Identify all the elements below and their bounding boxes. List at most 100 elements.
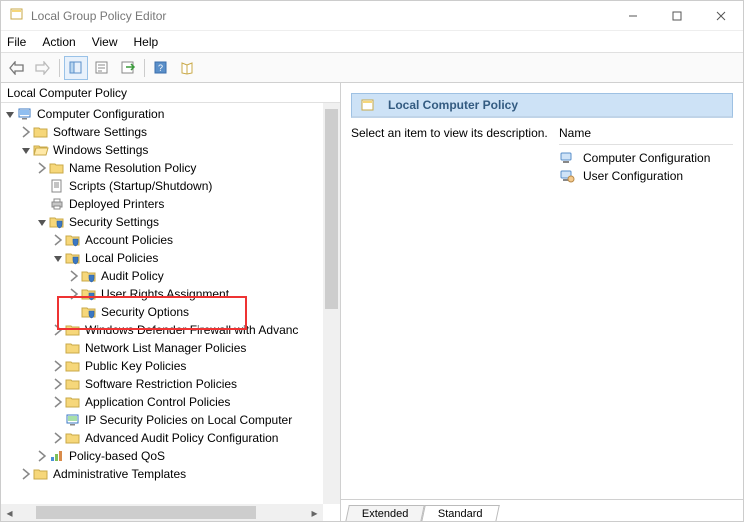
tree-label: Security Options xyxy=(101,305,189,319)
tree-node-name-resolution[interactable]: Name Resolution Policy xyxy=(1,159,340,177)
twisty-closed-icon[interactable] xyxy=(19,467,33,481)
twisty-open-icon[interactable] xyxy=(19,143,33,157)
tree-header[interactable]: Local Computer Policy xyxy=(1,83,340,103)
properties-button[interactable] xyxy=(90,56,114,80)
list-item[interactable]: User Configuration xyxy=(559,167,733,185)
twisty-closed-icon[interactable] xyxy=(67,269,81,283)
tab-standard[interactable]: Standard xyxy=(422,505,500,521)
tree-node-security-settings[interactable]: Security Settings xyxy=(1,213,340,231)
tree-label: Software Settings xyxy=(53,125,147,139)
tree-label: Windows Settings xyxy=(53,143,148,157)
twisty-closed-icon[interactable] xyxy=(51,395,65,409)
tree-node-account-policies[interactable]: Account Policies xyxy=(1,231,340,249)
tree-node-policy-qos[interactable]: Policy-based QoS xyxy=(1,447,340,465)
folder-shield-icon xyxy=(81,286,97,302)
twisty-open-icon[interactable] xyxy=(51,251,65,265)
menu-action[interactable]: Action xyxy=(42,35,75,49)
detail-title: Local Computer Policy xyxy=(388,98,518,112)
twisty-closed-icon[interactable] xyxy=(51,233,65,247)
twisty-closed-icon[interactable] xyxy=(67,287,81,301)
tree-node-software-restriction[interactable]: Software Restriction Policies xyxy=(1,375,340,393)
tree-node-admin-templates[interactable]: Administrative Templates xyxy=(1,465,340,483)
folder-open-icon xyxy=(33,142,49,158)
tree-node-network-list-manager[interactable]: Network List Manager Policies xyxy=(1,339,340,357)
tree-node-windows-defender-firewall[interactable]: Windows Defender Firewall with Advanc xyxy=(1,321,340,339)
tree-label: Public Key Policies xyxy=(85,359,186,373)
folder-icon xyxy=(65,322,81,338)
computer-icon xyxy=(17,106,33,122)
tree-node-windows-settings[interactable]: Windows Settings xyxy=(1,141,340,159)
forward-button xyxy=(31,56,55,80)
show-tree-button[interactable] xyxy=(64,56,88,80)
folder-icon xyxy=(65,376,81,392)
column-header-name[interactable]: Name xyxy=(559,126,733,144)
tree-label: Scripts (Startup/Shutdown) xyxy=(69,179,212,193)
twisty-closed-icon[interactable] xyxy=(51,377,65,391)
tree-label: Administrative Templates xyxy=(53,467,186,481)
toolbar xyxy=(1,53,743,83)
folder-shield-icon xyxy=(65,250,81,266)
tree-node-scripts[interactable]: Scripts (Startup/Shutdown) xyxy=(1,177,340,195)
twisty-closed-icon[interactable] xyxy=(35,449,49,463)
help-button[interactable] xyxy=(149,56,173,80)
folder-icon xyxy=(65,430,81,446)
tree-label: Deployed Printers xyxy=(69,197,164,211)
close-button[interactable] xyxy=(699,2,743,30)
gpedit-icon xyxy=(360,97,376,113)
tree-node-local-policies[interactable]: Local Policies xyxy=(1,249,340,267)
twisty-closed-icon[interactable] xyxy=(35,161,49,175)
menu-help[interactable]: Help xyxy=(134,35,159,49)
menu-view[interactable]: View xyxy=(92,35,118,49)
tree-label: IP Security Policies on Local Computer xyxy=(85,413,292,427)
back-button[interactable] xyxy=(5,56,29,80)
folder-icon xyxy=(49,160,65,176)
tree-node-ip-security[interactable]: IP Security Policies on Local Computer xyxy=(1,411,340,429)
scroll-left-arrow[interactable]: ◂ xyxy=(1,504,18,521)
twisty-open-icon[interactable] xyxy=(3,107,17,121)
maximize-button[interactable] xyxy=(655,2,699,30)
monitor-icon xyxy=(65,412,81,428)
tree-view[interactable]: Computer Configuration Software Settings… xyxy=(1,103,340,521)
horizontal-scrollbar[interactable]: ◂ ▸ xyxy=(1,504,323,521)
scrollbar-thumb[interactable] xyxy=(325,109,338,309)
tree-node-application-control[interactable]: Application Control Policies xyxy=(1,393,340,411)
main-split: Local Computer Policy Computer Configura… xyxy=(1,83,743,521)
tree-label: Application Control Policies xyxy=(85,395,230,409)
tree-label: Network List Manager Policies xyxy=(85,341,246,355)
vertical-scrollbar[interactable] xyxy=(323,103,340,504)
tree-node-user-rights[interactable]: User Rights Assignment xyxy=(1,285,340,303)
filter-button[interactable] xyxy=(175,56,199,80)
folder-icon xyxy=(65,340,81,356)
tree-node-deployed-printers[interactable]: Deployed Printers xyxy=(1,195,340,213)
tree-label: Account Policies xyxy=(85,233,173,247)
menu-file[interactable]: File xyxy=(7,35,26,49)
toolbar-separator xyxy=(59,59,60,77)
user-config-icon xyxy=(559,168,575,184)
folder-icon xyxy=(65,394,81,410)
tree-node-security-options[interactable]: Security Options xyxy=(1,303,340,321)
list-item-label: User Configuration xyxy=(583,169,683,183)
detail-item-list[interactable]: Name Computer Configuration User Configu… xyxy=(559,126,733,185)
scroll-right-arrow[interactable]: ▸ xyxy=(306,504,323,521)
tab-extended[interactable]: Extended xyxy=(345,505,425,521)
scroll-icon xyxy=(49,178,65,194)
tree-node-audit-policy[interactable]: Audit Policy xyxy=(1,267,340,285)
twisty-closed-icon[interactable] xyxy=(51,323,65,337)
list-item[interactable]: Computer Configuration xyxy=(559,149,733,167)
export-button[interactable] xyxy=(116,56,140,80)
tree-node-public-key-policies[interactable]: Public Key Policies xyxy=(1,357,340,375)
tree-node-computer-configuration[interactable]: Computer Configuration xyxy=(1,105,340,123)
tree-node-software-settings[interactable]: Software Settings xyxy=(1,123,340,141)
twisty-closed-icon[interactable] xyxy=(19,125,33,139)
scrollbar-thumb[interactable] xyxy=(36,506,256,519)
chart-icon xyxy=(49,448,65,464)
minimize-button[interactable] xyxy=(611,2,655,30)
twisty-closed-icon[interactable] xyxy=(51,359,65,373)
tree-pane: Local Computer Policy Computer Configura… xyxy=(1,83,341,521)
tree-label: Audit Policy xyxy=(101,269,164,283)
twisty-closed-icon[interactable] xyxy=(51,431,65,445)
tree-label: Computer Configuration xyxy=(37,107,164,121)
twisty-open-icon[interactable] xyxy=(35,215,49,229)
tree-node-advanced-audit[interactable]: Advanced Audit Policy Configuration xyxy=(1,429,340,447)
title-bar: Local Group Policy Editor xyxy=(1,1,743,31)
